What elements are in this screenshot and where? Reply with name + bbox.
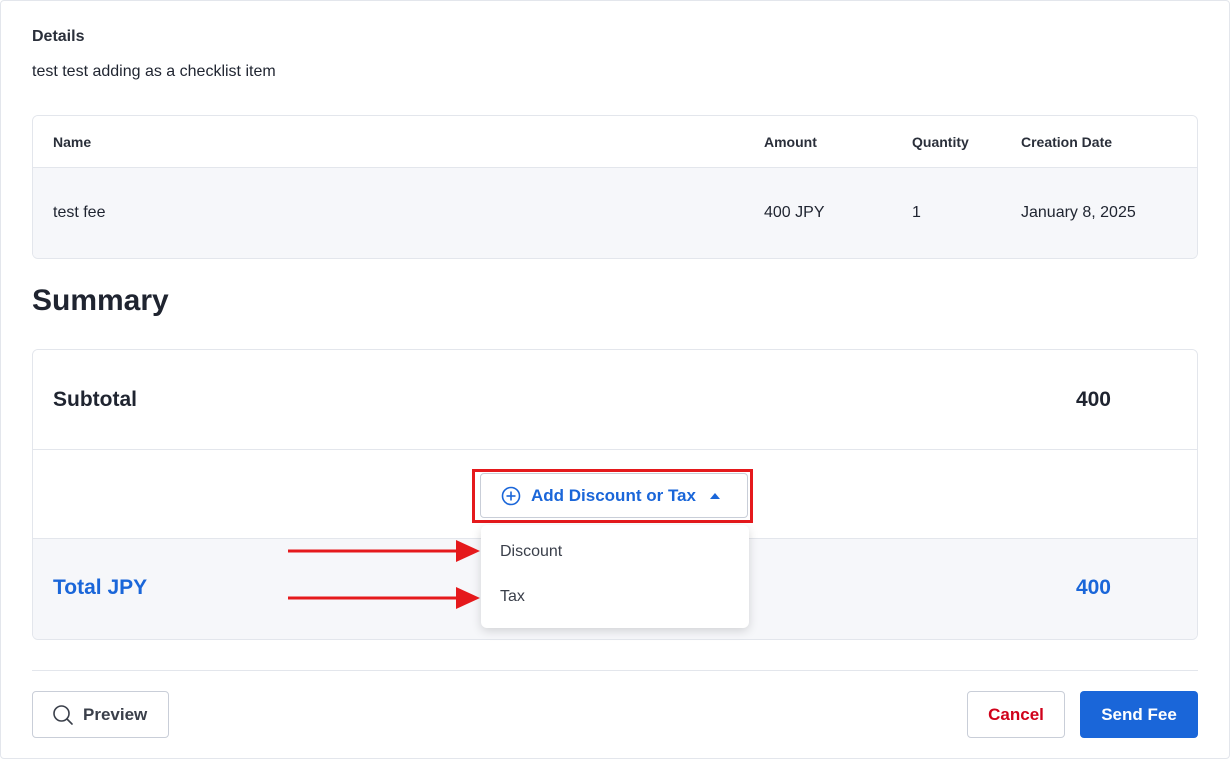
- subtotal-value: 400: [1075, 388, 1111, 411]
- details-text: test test adding as a checklist item: [32, 63, 276, 80]
- menu-item-discount[interactable]: Discount: [481, 529, 749, 574]
- caret-up-icon: [709, 492, 720, 499]
- column-header-name: Name: [53, 134, 92, 150]
- total-label: Total JPY: [53, 576, 148, 599]
- fee-amount: 400 JPY: [764, 204, 825, 221]
- annotation-arrow-discount: [288, 540, 480, 562]
- search-icon: [53, 704, 73, 725]
- column-header-quantity: Quantity: [912, 134, 969, 150]
- fee-table: Name Amount Quantity Creation Date test …: [32, 115, 1198, 259]
- preview-label: Preview: [83, 704, 148, 724]
- fee-name: test fee: [53, 204, 106, 221]
- plus-circle-icon: [501, 486, 521, 505]
- cancel-button[interactable]: Cancel: [967, 691, 1065, 738]
- add-discount-or-tax-button[interactable]: Add Discount or Tax: [480, 473, 748, 518]
- footer-divider: [32, 670, 1198, 671]
- subtotal-row: Subtotal 400: [33, 350, 1197, 450]
- preview-button[interactable]: Preview: [32, 691, 169, 738]
- fee-table-header: Name Amount Quantity Creation Date: [33, 116, 1197, 168]
- add-discount-or-tax-label: Add Discount or Tax: [531, 485, 696, 505]
- discount-tax-dropdown-menu: Discount Tax: [481, 525, 749, 628]
- send-fee-button[interactable]: Send Fee: [1080, 691, 1198, 738]
- menu-item-tax[interactable]: Tax: [481, 574, 749, 619]
- table-row: test fee 400 JPY 1 January 8, 2025: [33, 168, 1197, 258]
- fee-quantity: 1: [912, 204, 921, 221]
- annotation-arrow-tax: [288, 587, 480, 609]
- total-value: 400: [1075, 576, 1111, 599]
- column-header-amount: Amount: [764, 134, 817, 150]
- details-label: Details: [32, 28, 85, 45]
- summary-title: Summary: [32, 284, 169, 317]
- subtotal-label: Subtotal: [53, 388, 137, 411]
- column-header-creation-date: Creation Date: [1021, 134, 1113, 150]
- fee-creation-date: January 8, 2025: [1021, 204, 1136, 221]
